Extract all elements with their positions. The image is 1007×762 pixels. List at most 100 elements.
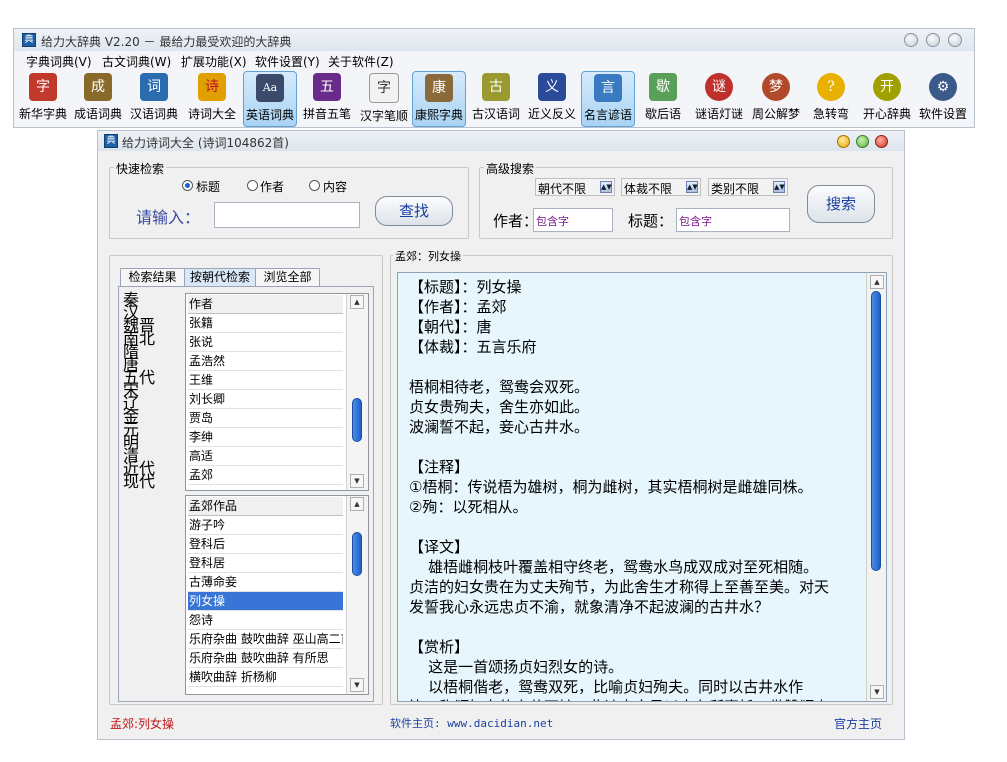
gear-icon: ⚙ [929,73,957,101]
minimize-button[interactable] [904,33,918,47]
category-select[interactable]: 类别不限 ▲▼ [708,178,788,196]
tool-kangxi-dictionary[interactable]: 康 康熙字典 [412,71,466,127]
genre-select-value: 体裁不限 [624,182,673,196]
works-list-scrollbar[interactable]: ▲ ▼ [346,496,368,694]
main-window-title: 给力大辞典 V2.20 － 最给力最受欢迎的大辞典 [41,35,292,49]
tool-label: 开心辞典 [862,107,911,121]
list-item[interactable]: 孟浩然 [188,352,343,371]
tab-browse-all[interactable]: 浏览全部 [255,268,320,286]
tool-english-dictionary[interactable]: Aa 英语词典 [243,71,297,127]
list-item[interactable]: 张籍 [188,314,343,333]
tool-label: 汉语词典 [129,107,178,121]
xiehouyu-icon: 歇 [649,73,677,101]
tab-search-results[interactable]: 检索结果 [120,268,185,286]
scroll-up-icon[interactable]: ▲ [870,275,884,289]
tool-stroke-order[interactable]: 字 汉字笔顺 [357,71,411,127]
author-field[interactable]: 包含字 [533,208,613,232]
tool-synonyms-antonyms[interactable]: 义 近义反义 [525,71,579,127]
poetry-collection-icon: 诗 [198,73,226,101]
list-item[interactable]: 怨诗 [188,611,343,630]
tool-happy-dictionary[interactable]: 开 开心辞典 [860,71,914,127]
english-dictionary-icon: Aa [256,74,284,102]
tool-riddles[interactable]: 谜 谜语灯谜 [692,71,746,127]
works-list[interactable]: 孟郊作品 游子吟 登科后 登科居 古薄命妾 列女操 怨诗 乐府杂曲 鼓吹曲辞 巫… [185,495,369,695]
scroll-thumb[interactable] [352,532,362,576]
tool-label: 名言谚语 [583,108,632,122]
close-button[interactable] [948,33,962,47]
tool-chinese-dictionary[interactable]: 词 汉语词典 [127,71,181,127]
find-button[interactable]: 查找 [375,196,453,226]
list-item[interactable]: 横吹曲辞 折杨柳 [188,668,343,687]
synonyms-antonyms-icon: 义 [538,73,566,101]
close-button[interactable] [875,135,888,148]
tool-label: 汉字笔顺 [359,109,408,123]
scroll-up-icon[interactable]: ▲ [350,295,364,309]
scroll-down-icon[interactable]: ▼ [350,474,364,488]
tool-ancient-chinese[interactable]: 古 古汉语词 [469,71,523,127]
list-item[interactable]: 刘长卿 [188,390,343,409]
scroll-down-icon[interactable]: ▼ [870,685,884,699]
scroll-thumb[interactable] [352,398,362,442]
app-icon: 典 [22,33,36,47]
tab-by-dynasty[interactable]: 按朝代检索 [184,268,256,286]
search-input[interactable] [214,202,360,228]
genre-select[interactable]: 体裁不限 ▲▼ [621,178,701,196]
tool-pinyin-wubi[interactable]: 五 拼音五笔 [300,71,354,127]
status-homepage[interactable]: 软件主页: www.dacidian.net [390,715,553,731]
category-select-value: 类别不限 [711,182,760,196]
radio-author[interactable] [247,180,258,191]
dynasty-item[interactable]: 现代 [123,474,155,490]
status-official-link[interactable]: 官方主页 [834,715,882,732]
radio-author-label: 作者 [260,180,285,194]
list-item[interactable]: 登科后 [188,535,343,554]
list-item[interactable]: 孟郊 [188,466,343,485]
list-item[interactable]: 贾岛 [188,409,343,428]
tool-idiom-dictionary[interactable]: 成 成语词典 [71,71,125,127]
tool-famous-quotes[interactable]: 言 名言谚语 [581,71,635,127]
author-list[interactable]: 作者 张籍 张说 孟浩然 王维 刘长卿 贾岛 李绅 高适 孟郊 ▲ ▼ [185,293,369,491]
author-list-scrollbar[interactable]: ▲ ▼ [346,294,368,490]
list-item[interactable]: 李绅 [188,428,343,447]
scroll-up-icon[interactable]: ▲ [350,497,364,511]
tool-poetry-collection[interactable]: 诗 诗词大全 [185,71,239,127]
tool-xinhua-dictionary[interactable]: 字 新华字典 [16,71,70,127]
tool-dream-interpretation[interactable]: 梦 周公解梦 [749,71,803,127]
stroke-order-icon: 字 [369,73,399,103]
menu-settings[interactable]: 软件设置(Y) [255,53,320,70]
tool-xiehouyu[interactable]: 歇 歇后语 [636,71,690,127]
tool-settings[interactable]: ⚙ 软件设置 [916,71,970,127]
lightbulb-icon: ? [817,73,845,101]
poem-content[interactable]: 【标题】：列女操 【作者】：孟郊 【朝代】：唐 【体裁】：五言乐府 梧桐相待老，… [397,272,887,702]
list-item[interactable]: 王维 [188,371,343,390]
menu-dictionary[interactable]: 字典词典(V) [26,53,92,70]
menu-about[interactable]: 关于软件(Z) [328,53,394,70]
maximize-button[interactable] [856,135,869,148]
tool-label: 康熙字典 [414,108,463,122]
tool-brain-teaser[interactable]: ? 急转弯 [804,71,858,127]
radio-title[interactable] [182,180,193,191]
tool-label: 英语词典 [245,108,294,122]
poem-scrollbar[interactable]: ▲ ▼ [866,273,886,701]
main-title-bar[interactable]: 典 给力大辞典 V2.20 － 最给力最受欢迎的大辞典 [14,29,974,51]
poetry-title-bar[interactable]: 典 给力诗词大全 (诗词104862首) [98,131,904,151]
dynasty-select[interactable]: 朝代不限 ▲▼ [535,178,615,196]
maximize-button[interactable] [926,33,940,47]
list-item[interactable]: 乐府杂曲 鼓吹曲辞 有所思 [188,649,343,668]
list-item[interactable]: 高适 [188,447,343,466]
list-item[interactable]: 古薄命妾 [188,573,343,592]
tool-label: 周公解梦 [751,107,800,121]
search-button[interactable]: 搜索 [807,185,875,223]
menu-extensions[interactable]: 扩展功能(X) [181,53,247,70]
list-item[interactable]: 登科居 [188,554,343,573]
list-item[interactable]: 乐府杂曲 鼓吹曲辞 巫山高二首 [188,630,343,649]
list-item[interactable]: 游子吟 [188,516,343,535]
title-field[interactable]: 包含字 [676,208,790,232]
list-item[interactable]: 张说 [188,333,343,352]
scroll-thumb[interactable] [871,291,881,571]
menu-classical[interactable]: 古文词典(W) [102,53,171,70]
radio-content[interactable] [309,180,320,191]
scroll-down-icon[interactable]: ▼ [350,678,364,692]
minimize-button[interactable] [837,135,850,148]
list-item-selected[interactable]: 列女操 [188,592,343,611]
tool-label: 成语词典 [73,107,122,121]
